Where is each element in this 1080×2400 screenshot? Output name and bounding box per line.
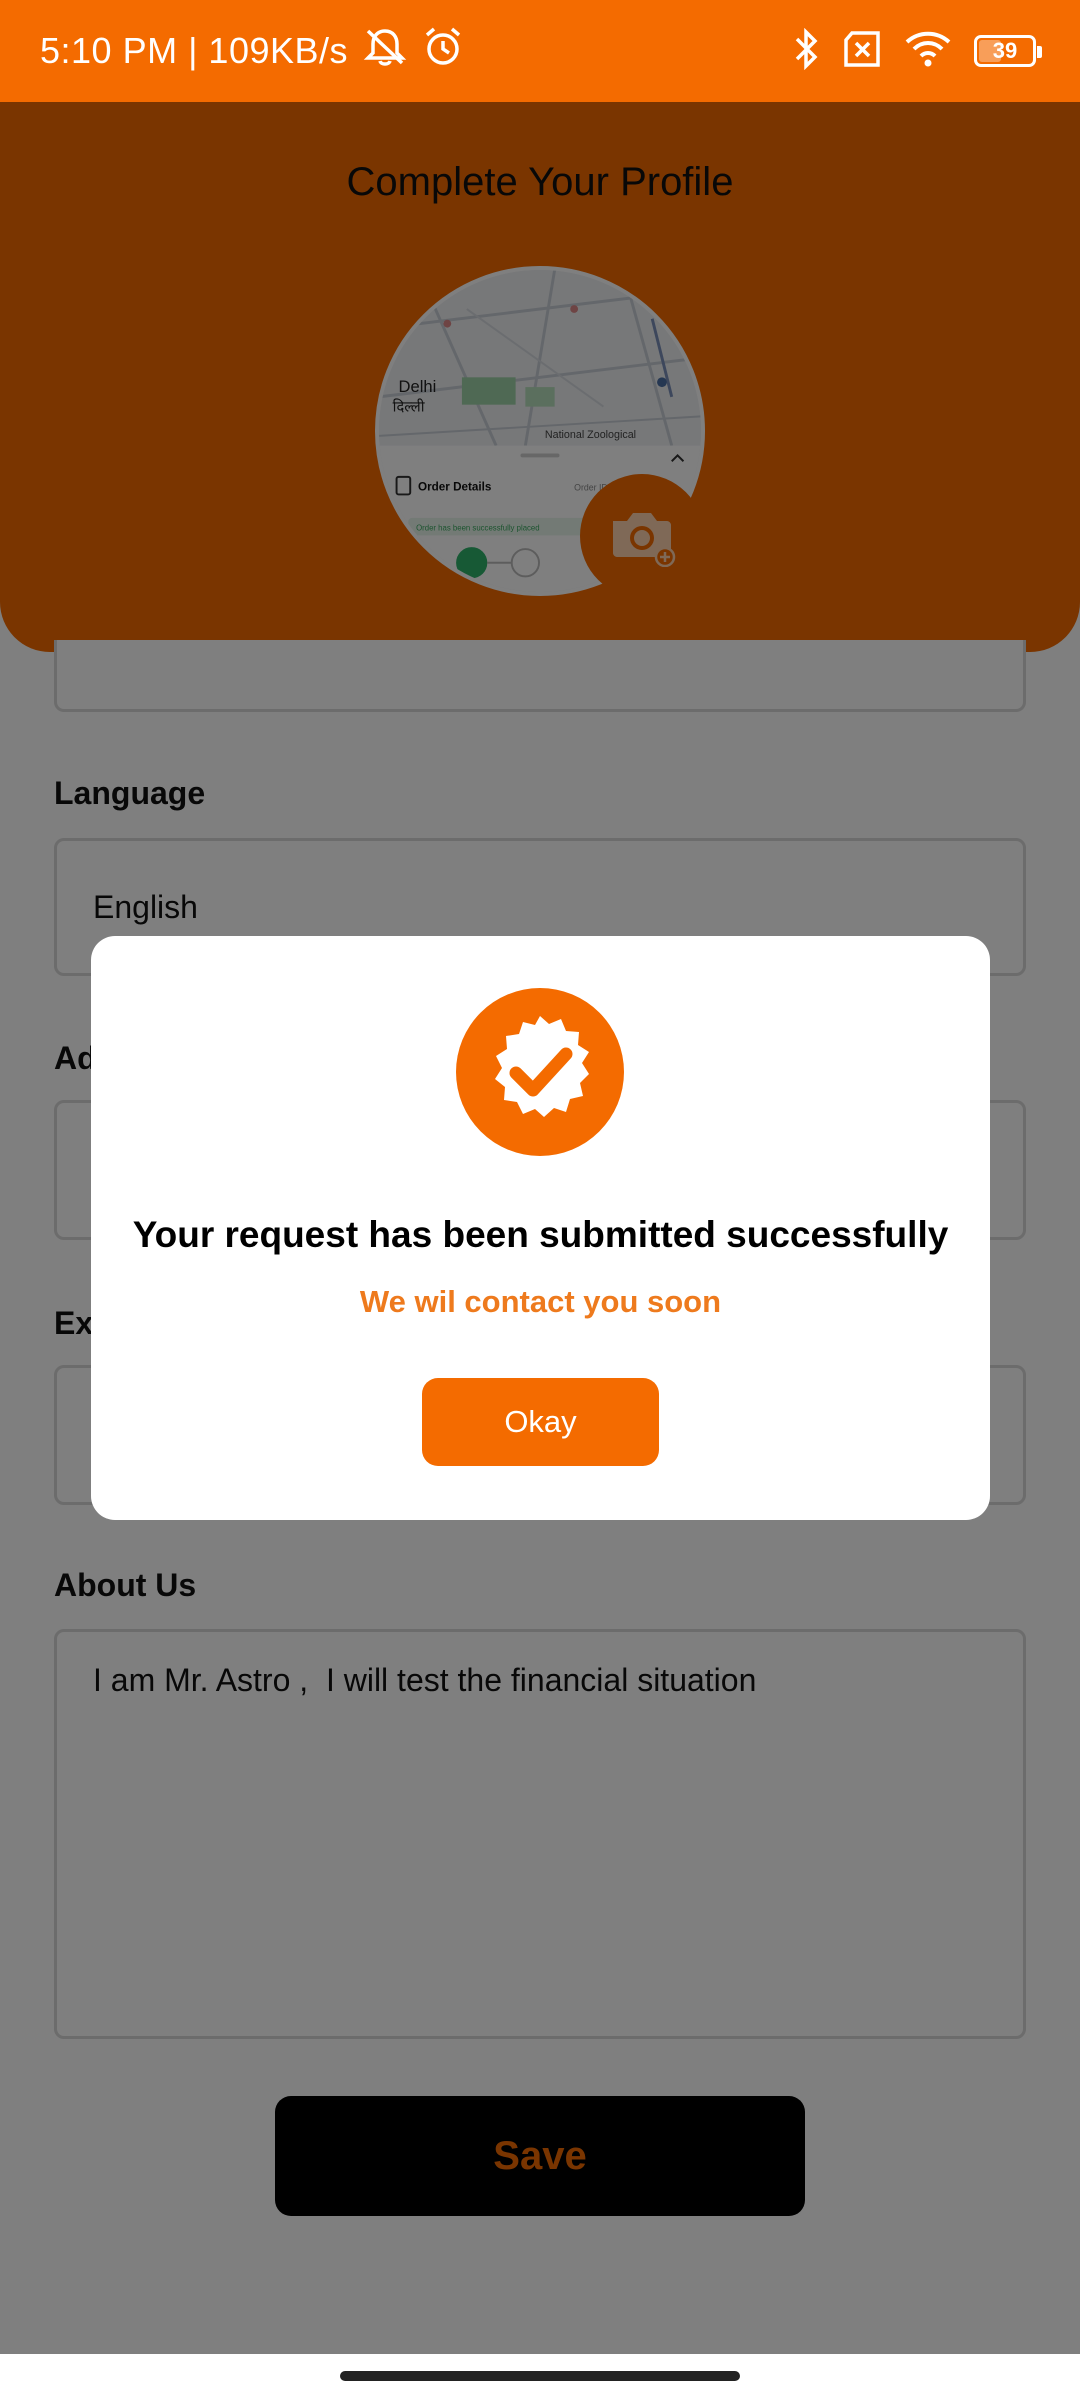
alarm-icon: [422, 26, 464, 77]
dialog-subtitle: We wil contact you soon: [359, 1284, 722, 1319]
battery-icon: 39: [974, 35, 1042, 67]
status-bar: 5:10 PM | 109KB/s 39: [0, 0, 1080, 102]
status-left: 5:10 PM | 109KB/s: [40, 0, 464, 102]
success-badge-icon: [456, 988, 624, 1156]
bluetooth-icon: [794, 27, 820, 75]
okay-button[interactable]: Okay: [422, 1378, 659, 1466]
sim-x-icon: [842, 30, 882, 72]
home-indicator[interactable]: [340, 2371, 740, 2381]
success-dialog: Your request has been submitted successf…: [91, 936, 990, 1520]
status-right: 39: [794, 0, 1042, 102]
status-time-speed: 5:10 PM | 109KB/s: [40, 30, 349, 71]
mute-notifications-icon: [362, 27, 408, 76]
wifi-icon: [904, 30, 952, 73]
dialog-title: Your request has been submitted successf…: [132, 1214, 949, 1255]
battery-level: 39: [992, 38, 1018, 63]
